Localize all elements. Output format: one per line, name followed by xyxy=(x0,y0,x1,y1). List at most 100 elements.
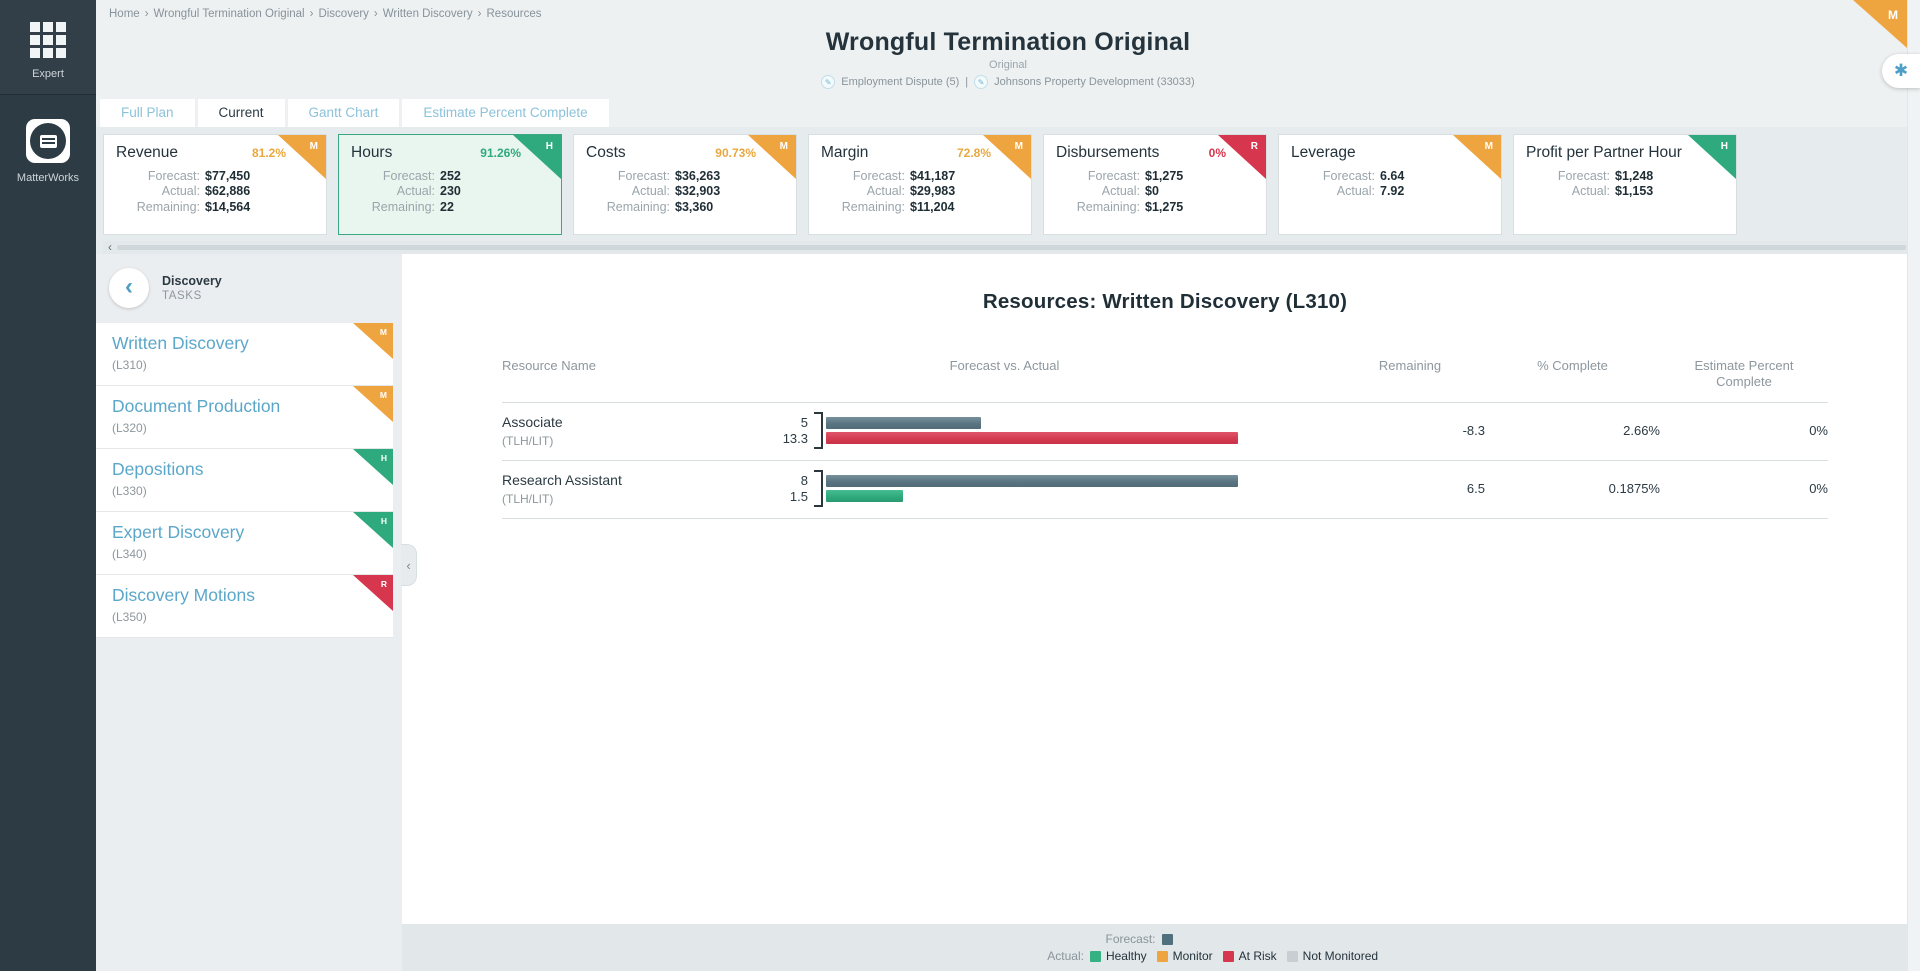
edit-icon[interactable]: ✎ xyxy=(974,75,988,89)
kpi-title: Leverage xyxy=(1291,144,1356,162)
not-monitored-swatch xyxy=(1287,951,1298,962)
tab-full-plan[interactable]: Full Plan xyxy=(100,99,195,127)
status-letter: M xyxy=(380,327,387,337)
kpi-row-value: $32,903 xyxy=(675,184,720,199)
kpi-row-label: Remaining: xyxy=(586,200,670,215)
status-letter: H xyxy=(1721,141,1728,152)
task-title: Depositions xyxy=(112,459,377,480)
matter-header: Wrongful Termination Original Original ✎… xyxy=(96,26,1920,99)
task-code: (L310) xyxy=(112,358,377,372)
kpi-card-leverage[interactable]: M Leverage Forecast:6.64 Actual:7.92 xyxy=(1278,134,1502,235)
kpi-row-label: Actual: xyxy=(821,184,905,199)
status-triangle-monitor xyxy=(353,323,393,359)
legend-item-at-risk: At Risk xyxy=(1239,949,1277,963)
nav-item-matterworks[interactable]: MatterWorks xyxy=(0,95,96,198)
pct-complete-value: 2.66% xyxy=(1485,423,1660,438)
task-item-discovery-motions[interactable]: R Discovery Motions (L350) xyxy=(96,575,393,638)
scroll-left-arrow[interactable]: ‹ xyxy=(103,242,117,253)
kpi-card-hours[interactable]: H Hours 91.26% Forecast:252 Actual:230 R… xyxy=(338,134,562,235)
status-triangle-healthy xyxy=(1688,135,1736,179)
matter-type: Employment Dispute (5) xyxy=(841,76,959,88)
back-button[interactable]: ‹ xyxy=(109,268,149,308)
breadcrumb-separator: › xyxy=(478,8,482,20)
kpi-title: Revenue xyxy=(116,144,178,162)
tasks-group-title: Discovery xyxy=(162,274,222,288)
kpi-row-value: 6.64 xyxy=(1380,169,1404,184)
header-estimate-percent-complete: Estimate Percent Complete xyxy=(1660,358,1828,390)
nav-item-expert[interactable]: Expert xyxy=(0,0,96,95)
legend-forecast-label: Forecast: xyxy=(1006,932,1156,946)
kpi-row-value: 7.92 xyxy=(1380,184,1404,199)
status-letter: M xyxy=(380,390,387,400)
legend-item-healthy: Healthy xyxy=(1106,949,1147,963)
status-triangle-monitor xyxy=(1453,135,1501,179)
task-list: M Written Discovery (L310) M Document Pr… xyxy=(96,323,393,638)
breadcrumb-link-home[interactable]: Home xyxy=(109,8,140,20)
kpi-card-profit-per-partner-hour[interactable]: H Profit per Partner Hour Forecast:$1,24… xyxy=(1513,134,1737,235)
nav-rail: Expert MatterWorks xyxy=(0,0,96,971)
tasks-panel-header: ‹ Discovery TASKS xyxy=(96,268,402,308)
kpi-row-label: Forecast: xyxy=(351,169,435,184)
breadcrumb-link-written-discovery[interactable]: Written Discovery xyxy=(383,8,473,20)
status-letter: H xyxy=(381,453,387,463)
meta-divider: | xyxy=(965,76,968,88)
kpi-row-label: Remaining: xyxy=(1056,200,1140,215)
kpi-row-label: Remaining: xyxy=(351,200,435,215)
legend-item-monitor: Monitor xyxy=(1173,949,1213,963)
task-code: (L350) xyxy=(112,610,377,624)
tab-estimate-percent-complete[interactable]: Estimate Percent Complete xyxy=(402,99,608,127)
tab-current[interactable]: Current xyxy=(198,99,285,127)
kpi-row-value: $3,360 xyxy=(675,200,713,215)
task-item-document-production[interactable]: M Document Production (L320) xyxy=(96,386,393,449)
forecast-vs-actual-bars xyxy=(826,475,1246,502)
kpi-card-costs[interactable]: M Costs 90.73% Forecast:$36,263 Actual:$… xyxy=(573,134,797,235)
forecast-swatch xyxy=(1162,934,1173,945)
task-title: Discovery Motions xyxy=(112,585,377,606)
status-triangle-risk xyxy=(353,575,393,611)
breadcrumb-link-discovery[interactable]: Discovery xyxy=(318,8,368,20)
vertical-scrollbar[interactable] xyxy=(1907,0,1920,971)
kpi-card-margin[interactable]: M Margin 72.8% Forecast:$41,187 Actual:$… xyxy=(808,134,1032,235)
resources-title: Resources: Written Discovery (L310) xyxy=(502,290,1828,314)
kpi-row-label: Forecast: xyxy=(1056,169,1140,184)
status-triangle-healthy xyxy=(513,135,561,179)
resource-name: Associate xyxy=(502,414,752,430)
edit-icon[interactable]: ✎ xyxy=(821,75,835,89)
status-letter: M xyxy=(310,141,318,152)
resource-code: (TLH/LIT) xyxy=(502,434,752,448)
breadcrumb-link-matter[interactable]: Wrongful Termination Original xyxy=(154,8,305,20)
kpi-row-label: Actual: xyxy=(1056,184,1140,199)
kpi-title: Profit per Partner Hour xyxy=(1526,144,1682,162)
task-title: Written Discovery xyxy=(112,333,377,354)
scrollbar-thumb[interactable] xyxy=(117,245,1906,250)
status-triangle-monitor xyxy=(278,135,326,179)
forecast-vs-actual-bars xyxy=(826,417,1246,444)
task-title: Expert Discovery xyxy=(112,522,377,543)
resources-table: Resource Name Forecast vs. Actual Remain… xyxy=(502,358,1828,519)
kpi-row-value: $41,187 xyxy=(910,169,955,184)
status-triangle-monitor xyxy=(983,135,1031,179)
kpi-row-label: Actual: xyxy=(351,184,435,199)
status-triangle-risk xyxy=(1218,135,1266,179)
tasks-panel: ‹ Discovery TASKS M Written Discovery (L… xyxy=(96,254,402,971)
actual-bar xyxy=(826,490,903,502)
actual-bar xyxy=(826,432,1238,444)
resource-row-associate: Associate (TLH/LIT) 5 13.3 xyxy=(502,403,1828,461)
kpi-card-revenue[interactable]: M Revenue 81.2% Forecast:$77,450 Actual:… xyxy=(103,134,327,235)
task-item-written-discovery[interactable]: M Written Discovery (L310) xyxy=(96,323,393,386)
remaining-value: -8.3 xyxy=(1335,423,1485,438)
kpi-card-disbursements[interactable]: R Disbursements 0% Forecast:$1,275 Actua… xyxy=(1043,134,1267,235)
status-letter: M xyxy=(1015,141,1023,152)
status-triangle-monitor xyxy=(353,386,393,422)
collapse-panel-handle[interactable]: ‹ xyxy=(401,544,417,586)
ribbon-status-letter: M xyxy=(1888,8,1898,22)
task-item-expert-discovery[interactable]: H Expert Discovery (L340) xyxy=(96,512,393,575)
task-item-depositions[interactable]: H Depositions (L330) xyxy=(96,449,393,512)
task-code: (L330) xyxy=(112,484,377,498)
settings-button[interactable]: ✱ xyxy=(1882,54,1920,88)
healthy-swatch xyxy=(1090,951,1101,962)
task-code: (L320) xyxy=(112,421,377,435)
monitor-swatch xyxy=(1157,951,1168,962)
breadcrumb-link-resources[interactable]: Resources xyxy=(487,8,542,20)
tab-gantt-chart[interactable]: Gantt Chart xyxy=(288,99,400,127)
